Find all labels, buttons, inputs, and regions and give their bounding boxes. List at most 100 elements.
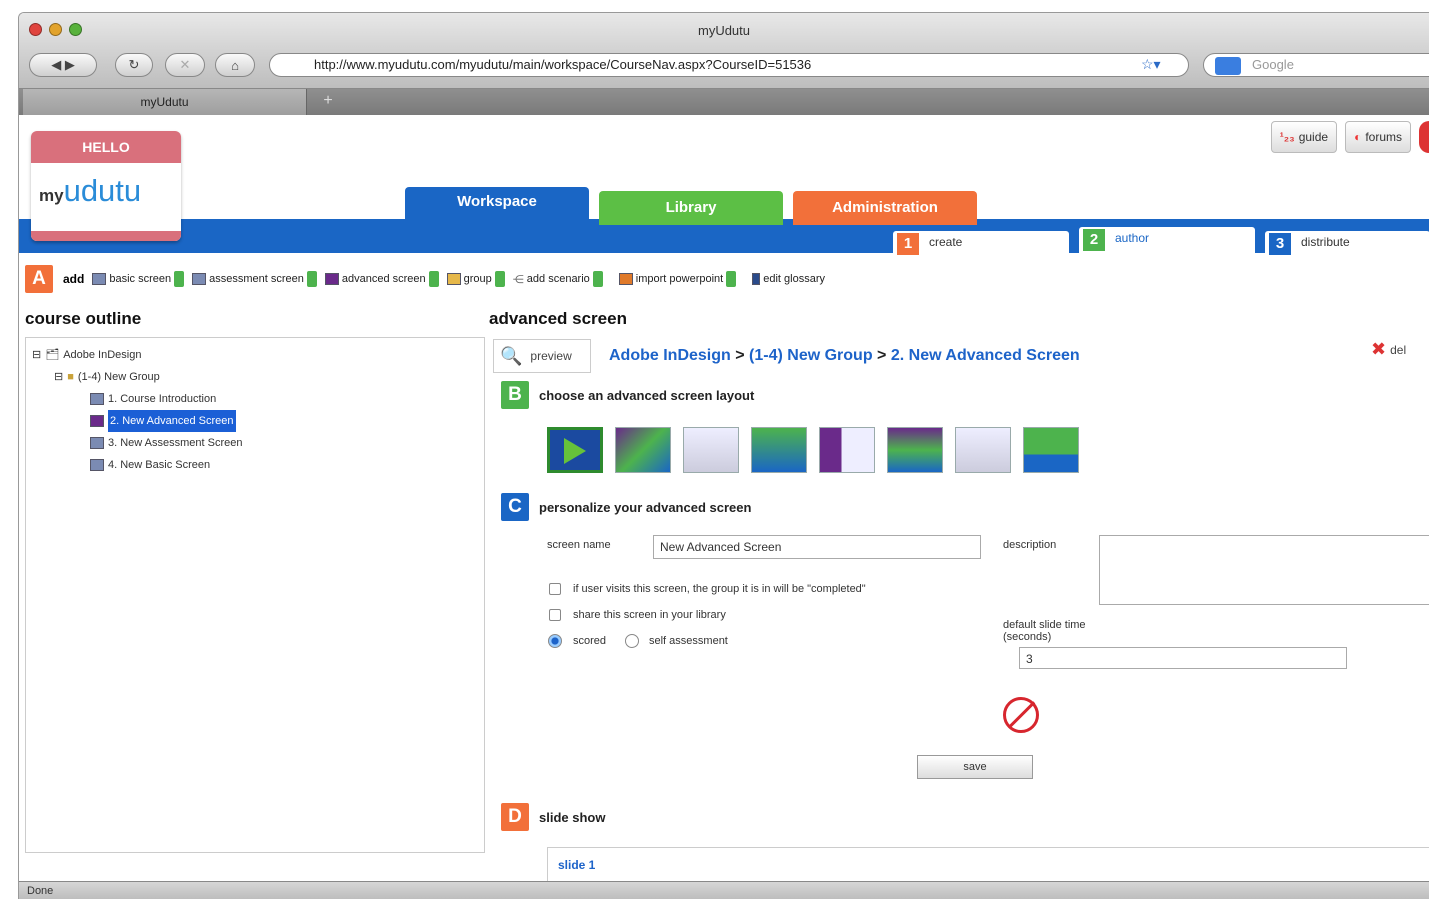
folder-icon <box>446 273 461 285</box>
layout-option[interactable] <box>751 427 807 473</box>
add-advanced-screen-button[interactable]: advanced screen <box>324 271 439 287</box>
assessment-screen-icon <box>192 273 207 285</box>
visit-complete-label: if user visits this screen, the group it… <box>573 583 866 595</box>
add-item-label: edit glossary <box>763 273 825 285</box>
plus-icon <box>428 271 439 287</box>
add-scenario-button[interactable]: ⋲ add scenario <box>513 271 603 287</box>
section-c: C personalize your advanced screen <box>501 493 751 521</box>
brand-udutu: udutu <box>63 173 142 208</box>
outline-title: course outline <box>25 309 142 328</box>
back-forward-buttons[interactable]: ◀ ▶ <box>29 53 97 77</box>
section-d-title: slide show <box>539 809 606 825</box>
tree-node[interactable]: 3. New Assessment Screen <box>32 432 478 454</box>
tree-node-label: 1. Course Introduction <box>108 393 217 405</box>
google-icon[interactable] <box>1215 57 1241 75</box>
logo-band <box>31 231 181 241</box>
step-distribute[interactable]: 3 distribute <box>1265 231 1429 255</box>
collapse-icon[interactable]: ⊟ <box>32 344 41 366</box>
self-assessment-radio[interactable] <box>625 634 639 648</box>
play-icon <box>564 438 586 464</box>
tree-node-label: (1-4) New Group <box>77 371 160 383</box>
tree-node[interactable]: 4. New Basic Screen <box>32 454 478 476</box>
layout-option[interactable] <box>819 427 875 473</box>
breadcrumb-item[interactable]: Adobe InDesign <box>609 347 731 364</box>
window-title: myUdutu <box>697 23 751 38</box>
advanced-screen-icon <box>90 415 104 427</box>
browser-tab[interactable]: myUdutu <box>23 89 307 115</box>
collapse-icon[interactable]: ⊟ <box>54 366 63 388</box>
no-audio-icon[interactable] <box>1003 697 1039 733</box>
layout-option[interactable] <box>1023 427 1079 473</box>
section-d: D slide show <box>501 803 605 831</box>
forums-button[interactable]: ◐ forums <box>1345 121 1411 153</box>
brand-my: my <box>39 186 64 205</box>
forward-icon[interactable]: ▶ <box>65 57 75 73</box>
description-label: description <box>1003 539 1057 551</box>
section-a-badge: A <box>25 265 53 293</box>
delete-button[interactable]: ✖ del <box>1371 339 1406 360</box>
breadcrumb-item[interactable]: 2. New Advanced Screen <box>891 347 1080 364</box>
stop-icon: ✕ <box>179 57 191 72</box>
scored-radio[interactable] <box>548 634 562 648</box>
guide-button[interactable]: ¹₂₃ guide <box>1270 121 1338 153</box>
scenario-icon: ⋲ <box>512 273 524 286</box>
import-powerpoint-button[interactable]: import powerpoint <box>618 271 737 287</box>
tree-node[interactable]: ⊟ ■ (1-4) New Group <box>32 366 478 388</box>
new-tab-button[interactable]: + <box>313 89 343 115</box>
folder-icon: ■ <box>67 371 74 383</box>
step-label: create <box>929 235 963 249</box>
tree-node[interactable]: ⊟ 🗂 Adobe InDesign <box>32 344 478 366</box>
add-item-label: add scenario <box>526 273 590 285</box>
stop-button[interactable]: ✕ <box>165 53 205 77</box>
layout-option-video[interactable] <box>547 427 603 473</box>
save-button[interactable]: save <box>917 755 1033 779</box>
step-author[interactable]: 2 author <box>1079 227 1255 253</box>
share-library-checkbox[interactable] <box>549 609 561 621</box>
layout-option[interactable] <box>615 427 671 473</box>
slide-time-field[interactable]: 3 <box>1019 647 1347 669</box>
layout-option[interactable] <box>683 427 739 473</box>
add-group-button[interactable]: group <box>446 271 505 287</box>
reload-button[interactable]: ↻ <box>115 53 153 77</box>
add-assessment-screen-button[interactable]: assessment screen <box>192 271 317 287</box>
bookmark-star-icon[interactable]: ☆▾ <box>1141 56 1161 73</box>
step-create[interactable]: 1 create <box>893 231 1069 255</box>
visit-complete-checkbox[interactable] <box>549 583 561 595</box>
page-title: advanced screen <box>489 309 627 328</box>
slide-tab[interactable]: slide 1 <box>558 858 595 872</box>
url-bar[interactable]: http://www.myudutu.com/myudutu/main/work… <box>269 53 1189 77</box>
description-field[interactable] <box>1099 535 1429 605</box>
basic-screen-icon <box>90 393 104 405</box>
logo[interactable]: HELLO myudutu <box>31 131 181 241</box>
back-icon[interactable]: ◀ <box>51 57 61 73</box>
preview-button[interactable]: 🔍 preview <box>493 339 591 373</box>
layout-option[interactable] <box>955 427 1011 473</box>
plus-icon <box>592 271 603 287</box>
tree-node-selected[interactable]: 2. New Advanced Screen <box>32 410 478 432</box>
hello-badge: HELLO <box>31 131 181 163</box>
tab-library[interactable]: Library <box>599 191 783 225</box>
screen-name-field[interactable]: New Advanced Screen <box>653 535 981 559</box>
home-button[interactable]: ⌂ <box>215 53 255 77</box>
course-outline-tree: ⊟ 🗂 Adobe InDesign ⊟ ■ (1-4) New Group 1. Co… <box>25 337 485 853</box>
browser-chrome: myUdutu ◀ ▶ ↻ ✕ ⌂ http://www.myudutu.com… <box>19 13 1429 89</box>
add-basic-screen-button[interactable]: basic screen <box>92 271 185 287</box>
basic-screen-icon <box>92 273 107 285</box>
breadcrumb-item[interactable]: (1-4) New Group <box>749 347 873 364</box>
help-icon[interactable] <box>1419 121 1429 153</box>
plus-icon <box>726 271 737 287</box>
tree-node-label: 3. New Assessment Screen <box>108 437 243 449</box>
breadcrumb-separator: > <box>735 347 745 364</box>
page-content: HELLO myudutu Workspace Library Administ… <box>19 115 1429 887</box>
reload-icon: ↻ <box>128 57 140 72</box>
advanced-screen-icon <box>324 273 339 285</box>
tree-node[interactable]: 1. Course Introduction <box>32 388 478 410</box>
home-icon: ⌂ <box>231 57 239 73</box>
powerpoint-icon <box>618 273 633 285</box>
tab-administration[interactable]: Administration <box>793 191 977 225</box>
plus-icon <box>306 271 317 287</box>
preview-label: preview <box>530 349 572 363</box>
tab-workspace[interactable]: Workspace <box>405 187 589 253</box>
layout-option[interactable] <box>887 427 943 473</box>
edit-glossary-button[interactable]: edit glossary <box>752 273 825 285</box>
